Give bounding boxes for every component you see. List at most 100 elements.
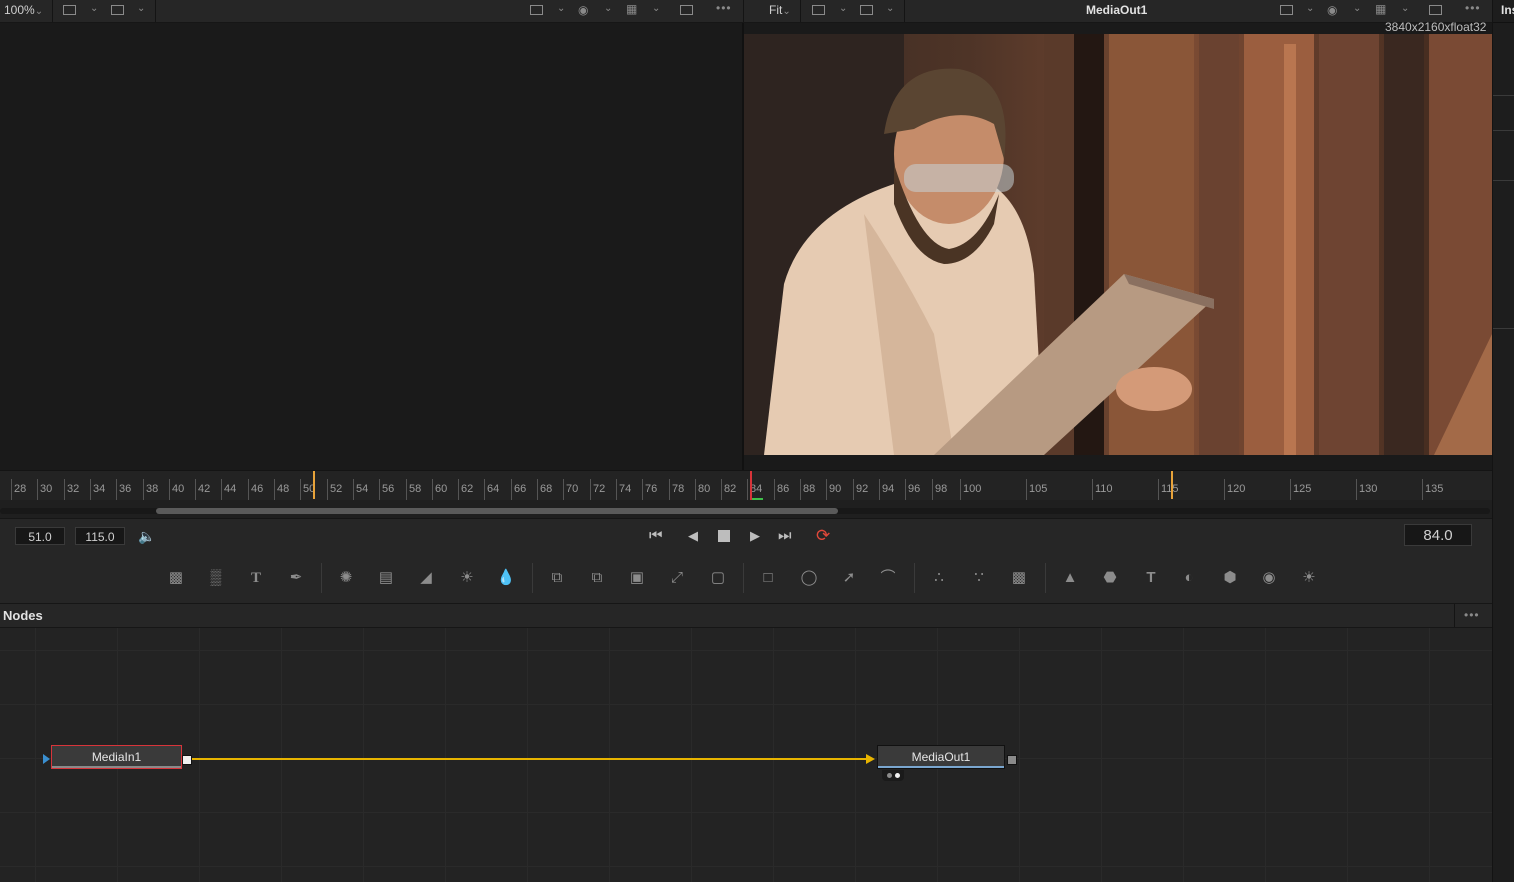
chevron-down-icon[interactable]: ⌄ [652,3,660,14]
ruler-tick [1290,479,1291,501]
roi-icon[interactable] [1280,5,1293,15]
output-port[interactable] [1007,755,1017,765]
ruler-tick-label: 72 [593,483,606,495]
nodes-header: Nodes ••• [0,604,1492,628]
ruler-tick-label: 38 [146,483,159,495]
lut-icon[interactable] [860,5,873,15]
ruler-tick-label: 110 [1095,483,1113,495]
merge-tool-icon[interactable]: ⧉ [546,568,568,588]
time-ruler[interactable]: 28 30 32 34 36 38 40 42 44 46 48 50 52 54 56 58 60 62 64 66… [0,470,1492,501]
step-back-icon[interactable]: ◀ [688,528,698,544]
grid-icon[interactable]: ▦ [626,2,637,16]
viewer-image[interactable] [744,34,1492,455]
right-zoom-dropdown[interactable]: Fit⌄ [769,3,791,17]
go-to-end-icon[interactable]: ⏭ [778,527,792,544]
toolbar-divider [52,0,53,22]
node-editor[interactable]: MediaIn1 MediaOut1 [0,628,1492,882]
left-zoom-dropdown[interactable]: 100%⌄ [4,3,43,17]
inspector-label: Ins [1501,3,1514,17]
chevron-down-icon[interactable]: ⌄ [557,3,565,14]
render-end-field[interactable]: 115.0 [75,527,125,545]
audio-icon[interactable]: 🔈 [138,528,155,545]
render-start-field[interactable]: 51.0 [15,527,65,545]
roi-icon[interactable] [530,5,543,15]
ruler-tick [406,479,407,501]
chevron-down-icon[interactable]: ⌄ [1306,3,1314,14]
image-plane-3d-tool-icon[interactable]: ▲ [1059,568,1081,588]
node-mediain[interactable]: MediaIn1 [51,745,182,769]
chevron-down-icon[interactable]: ⌄ [839,3,847,14]
color-drop-tool-icon[interactable]: 💧 [495,568,517,588]
ruler-tick [274,479,275,501]
transform-tool-icon[interactable]: ▢ [707,568,729,588]
chevron-down-icon[interactable]: ⌄ [1353,3,1361,14]
rectangle-mask-tool-icon[interactable]: □ [757,568,779,588]
loop-icon[interactable]: ⟳ [816,526,830,546]
particles-tool-icon[interactable]: ✺ [335,568,357,588]
ruler-tick [669,479,670,501]
go-to-start-icon[interactable]: ⏮ [649,527,662,544]
stop-icon[interactable] [718,530,730,542]
chevron-down-icon[interactable]: ⌄ [137,3,145,14]
more-icon[interactable]: ••• [716,1,732,15]
channel-a-icon[interactable] [812,5,825,15]
color-channels-icon[interactable]: ◉ [1327,3,1337,17]
fast-noise-tool-icon[interactable]: ▒ [205,568,227,588]
window-icon[interactable] [1429,5,1442,15]
resize-tool-icon[interactable]: ⤢ [666,568,688,588]
ruler-tick-label: 86 [777,483,790,495]
channel-a-icon[interactable] [63,5,76,15]
pemitter-tool-icon[interactable]: ∴ [928,568,950,588]
left-viewer[interactable] [0,23,742,470]
ruler-tick-label: 120 [1227,483,1246,495]
text-tool-icon[interactable]: T [245,568,267,588]
polygon-mask-tool-icon[interactable]: ➚ [838,568,860,588]
paint-tool-icon[interactable]: ✒ [285,568,307,588]
ruler-tick-label: 100 [963,483,982,495]
color-channels-icon[interactable]: ◉ [578,3,588,17]
nodes-title: Nodes [3,608,43,623]
merge-3d-tool-icon[interactable]: ◐ [1178,568,1200,588]
ellipse-mask-tool-icon[interactable]: ◯ [798,568,820,588]
renderer-3d-tool-icon[interactable]: ☀ [1298,568,1320,588]
lut-icon[interactable] [111,5,124,15]
ruler-tick [195,479,196,501]
more-icon[interactable]: ••• [1465,1,1481,15]
viewer-indicator[interactable] [882,770,904,781]
render-out-marker[interactable] [1171,471,1173,499]
node-mediaout[interactable]: MediaOut1 [877,745,1005,769]
color-curves-tool-icon[interactable]: ▤ [375,568,397,588]
play-icon[interactable]: ▶ [750,528,760,544]
ruler-tick [64,479,65,501]
playhead[interactable] [750,471,752,501]
ruler-tick [800,479,801,501]
channel-booleans-tool-icon[interactable]: ⧉ [586,568,608,588]
matte-control-tool-icon[interactable]: ▣ [626,568,648,588]
current-time-field[interactable]: 84.0 [1404,524,1472,546]
more-icon[interactable]: ••• [1464,608,1480,622]
color-corrector-tool-icon[interactable]: ☀ [456,568,478,588]
brightness-contrast-tool-icon[interactable]: ◢ [415,568,437,588]
pbounce-tool-icon[interactable]: ▩ [1008,568,1030,588]
viewer-split-divider [743,0,744,22]
ruler-tick [1158,479,1159,501]
render-in-marker[interactable] [313,471,315,499]
chevron-down-icon[interactable]: ⌄ [90,3,98,14]
chevron-down-icon[interactable]: ⌄ [886,3,894,14]
output-port[interactable] [182,755,192,765]
chevron-down-icon[interactable]: ⌄ [604,3,612,14]
bspline-mask-tool-icon[interactable]: ⌒ [877,568,899,588]
shape-3d-tool-icon[interactable]: ⬣ [1099,568,1121,588]
time-scrollbar-thumb[interactable] [156,508,838,514]
background-tool-icon[interactable]: ▩ [165,568,187,588]
prender-tool-icon[interactable]: ∵ [968,568,990,588]
ruler-tick [300,479,301,501]
window-icon[interactable] [680,5,693,15]
ruler-tick [511,479,512,501]
strip-divider [1493,328,1514,329]
chevron-down-icon[interactable]: ⌄ [1401,3,1409,14]
text-3d-tool-icon[interactable]: T [1140,568,1162,588]
camera-3d-tool-icon[interactable]: ⬢ [1219,568,1241,588]
grid-icon[interactable]: ▦ [1375,2,1386,16]
spotlight-tool-icon[interactable]: ◉ [1258,568,1280,588]
